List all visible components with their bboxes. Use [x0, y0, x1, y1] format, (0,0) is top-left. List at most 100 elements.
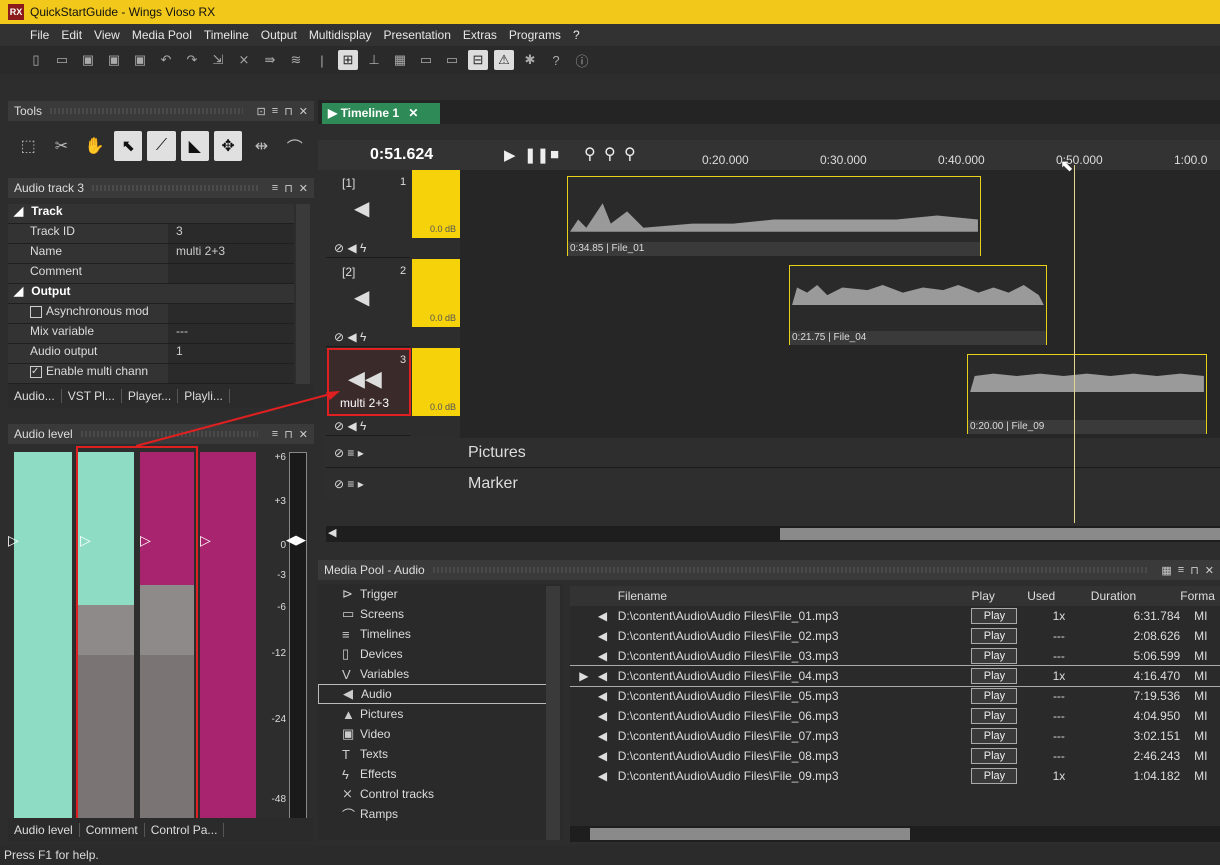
file-path: D:\content\Audio\Audio Files\File_09.mp3: [617, 769, 839, 783]
table-header: Filename Play Used Duration Forma: [570, 586, 1220, 606]
column-filename[interactable]: Filename: [618, 589, 972, 603]
used-count: ---: [1052, 689, 1065, 703]
row-pointer-icon: ▶: [579, 669, 589, 683]
table-row[interactable]: ◀ D:\content\Audio\Audio Files\File_01.mp…: [570, 606, 1220, 626]
column-play[interactable]: Play: [972, 589, 1028, 603]
category-control-tracks[interactable]: ⨯ Control tracks: [318, 784, 562, 804]
duration: 3:02.151: [1133, 729, 1181, 743]
format: MI: [1194, 749, 1208, 763]
format: MI: [1194, 669, 1208, 683]
category-trigger[interactable]: ⊳ Trigger: [318, 584, 562, 604]
used-count: 1x: [1052, 669, 1066, 683]
column-format[interactable]: Forma: [1180, 589, 1220, 603]
duration: 5:06.599: [1133, 649, 1181, 663]
file-path: D:\content\Audio\Audio Files\File_06.mp3: [617, 709, 839, 723]
table-row[interactable]: ▶ ◀ D:\content\Audio\Audio Files\File_04.m…: [570, 665, 1220, 687]
audio-file-icon: ◀: [597, 689, 608, 703]
effects-icon: ϟ: [342, 766, 349, 782]
category-audio[interactable]: ◀ Audio: [318, 684, 556, 704]
duration: 7:19.536: [1133, 689, 1181, 703]
screens-icon: ▭: [342, 606, 355, 621]
file-path: D:\content\Audio\Audio Files\File_03.mp3: [617, 649, 839, 663]
video-icon: ▣: [342, 726, 355, 741]
table-row[interactable]: ◀ D:\content\Audio\Audio Files\File_07.mp…: [570, 726, 1220, 746]
category-devices[interactable]: ▯ Devices: [318, 644, 562, 664]
duration: 2:08.626: [1133, 629, 1181, 643]
category-variables[interactable]: V Variables: [318, 664, 562, 684]
media-pool-header: Media Pool - Audio ▦ ≡ ⊓ ✕: [318, 560, 1220, 580]
audio-file-icon: ◀: [597, 669, 608, 683]
category-texts[interactable]: T Texts: [318, 744, 562, 764]
play-button[interactable]: Play: [971, 628, 1018, 644]
file-path: D:\content\Audio\Audio Files\File_04.mp3: [617, 669, 839, 683]
category-pictures[interactable]: ▲ Pictures: [318, 704, 562, 724]
table-row[interactable]: ◀ D:\content\Audio\Audio Files\File_08.mp…: [570, 746, 1220, 766]
timelines-icon: ≡: [342, 626, 350, 642]
used-count: 1x: [1052, 609, 1066, 623]
play-button[interactable]: Play: [971, 768, 1018, 784]
trigger-icon: ⊳: [342, 586, 353, 601]
texts-icon: T: [342, 746, 350, 762]
category-screens[interactable]: ▭ Screens: [318, 604, 562, 624]
media-file-table: Filename Play Used Duration Forma ◀ D:\co…: [570, 586, 1220, 826]
format: MI: [1194, 629, 1208, 643]
ramps-icon: ⌒: [342, 807, 356, 823]
tree-scrollbar[interactable]: [546, 586, 560, 840]
pictures-icon: ▲: [342, 706, 355, 722]
play-button[interactable]: Play: [971, 668, 1018, 684]
audio-file-icon: ◀: [597, 749, 608, 763]
control-tracks-icon: ⨯: [342, 786, 353, 801]
category-timelines[interactable]: ≡ Timelines: [318, 624, 562, 644]
file-path: D:\content\Audio\Audio Files\File_02.mp3: [617, 629, 839, 643]
grid-view-icon[interactable]: ▦: [1161, 564, 1171, 577]
duration: 1:04.182: [1133, 769, 1181, 783]
table-hscroll[interactable]: [570, 826, 1220, 842]
category-effects[interactable]: ϟ Effects: [318, 764, 562, 784]
audio-file-icon: ◀: [597, 609, 608, 623]
variables-icon: V: [342, 666, 351, 682]
menu-icon[interactable]: ≡: [1178, 564, 1184, 576]
table-row[interactable]: ◀ D:\content\Audio\Audio Files\File_03.mp…: [570, 646, 1220, 666]
audio-file-icon: ◀: [597, 769, 608, 783]
format: MI: [1194, 649, 1208, 663]
audio-file-icon: ◀: [597, 649, 608, 663]
play-button[interactable]: Play: [971, 748, 1018, 764]
used-count: ---: [1052, 649, 1065, 663]
format: MI: [1194, 769, 1208, 783]
duration: 4:16.470: [1133, 669, 1181, 683]
table-row[interactable]: ◀ D:\content\Audio\Audio Files\File_05.mp…: [570, 686, 1220, 706]
table-row[interactable]: ◀ D:\content\Audio\Audio Files\File_09.mp…: [570, 766, 1220, 786]
file-path: D:\content\Audio\Audio Files\File_05.mp3: [617, 689, 839, 703]
media-pool-title: Media Pool - Audio: [324, 563, 425, 577]
column-used[interactable]: Used: [1027, 589, 1091, 603]
audio-file-icon: ◀: [597, 709, 608, 723]
file-path: D:\content\Audio\Audio Files\File_07.mp3: [617, 729, 839, 743]
category-video[interactable]: ▣ Video: [318, 724, 562, 744]
category-ramps[interactable]: ⌒ Ramps: [318, 804, 562, 824]
devices-icon: ▯: [342, 646, 350, 661]
play-button[interactable]: Play: [971, 688, 1018, 704]
format: MI: [1194, 609, 1208, 623]
file-path: D:\content\Audio\Audio Files\File_08.mp3: [617, 749, 839, 763]
dock-icon[interactable]: ⊓: [1190, 564, 1199, 577]
column-duration[interactable]: Duration: [1091, 589, 1180, 603]
duration: 6:31.784: [1133, 609, 1181, 623]
used-count: ---: [1052, 709, 1065, 723]
play-button[interactable]: Play: [971, 708, 1018, 724]
table-row[interactable]: ◀ D:\content\Audio\Audio Files\File_06.mp…: [570, 706, 1220, 726]
used-count: 1x: [1052, 769, 1066, 783]
used-count: ---: [1052, 729, 1065, 743]
play-button[interactable]: Play: [971, 608, 1018, 624]
play-button[interactable]: Play: [971, 648, 1018, 664]
status-bar: Press F1 for help.: [0, 845, 1220, 865]
used-count: ---: [1052, 629, 1065, 643]
format: MI: [1194, 689, 1208, 703]
duration: 4:04.950: [1133, 709, 1181, 723]
format: MI: [1194, 729, 1208, 743]
file-path: D:\content\Audio\Audio Files\File_01.mp3: [617, 609, 839, 623]
audio-file-icon: ◀: [597, 729, 608, 743]
close-icon[interactable]: ✕: [1205, 564, 1214, 577]
table-row[interactable]: ◀ D:\content\Audio\Audio Files\File_02.mp…: [570, 626, 1220, 646]
format: MI: [1194, 709, 1208, 723]
play-button[interactable]: Play: [971, 728, 1018, 744]
